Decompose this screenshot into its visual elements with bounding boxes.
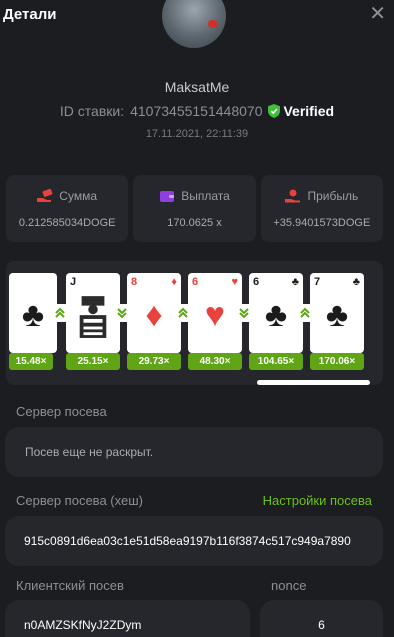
playing-card: 6 ♣ ♣ [249,273,303,353]
stats-row: Сумма 0.212585034DOGE Выплата 170.0625 x… [6,175,383,242]
server-seed-hash-value: 915c0891d6ea03c1e51d58ea9197b116f3874c51… [24,534,351,548]
multiplier-badge: 170.06× [310,353,364,370]
multiplier-badge: 29.73× [127,353,181,370]
bet-id-label: ID ставки: [59,103,125,119]
stat-amount: Сумма 0.212585034DOGE [6,175,129,242]
money-hand-icon [37,188,53,202]
playing-card: 6 ♥ ♥ [188,273,242,353]
horizontal-scrollbar[interactable] [257,380,370,385]
server-seed-label: Сервер посева [16,404,107,419]
multiplier-badge: 48.30× [188,353,242,370]
jack-face-icon [79,296,107,338]
username: MaksatMe [164,79,230,95]
card-rank: J [70,276,77,288]
bet-id-value: 4107345515144807​0 [130,103,263,119]
playing-card: J [66,273,120,353]
server-seed-hash-field[interactable]: 915c0891d6ea03c1e51d58ea9197b116f3874c51… [5,516,383,566]
stat-profit: Прибыль +35.9401573DOGE [260,175,383,242]
card-rank: 6 [192,276,199,288]
server-seed-hash-label: Сервер посева (хеш) [16,493,143,508]
stat-amount-label: Сумма [59,188,98,203]
chevron-up-icon [52,304,68,322]
multiplier-badge: 104.65× [249,353,303,370]
shield-check-icon [268,104,281,118]
club-icon: ♣ [352,276,360,288]
playing-card: 8 ♦ ♦ [127,273,181,353]
club-icon: ♣ [21,296,45,334]
playing-card: ♣ [9,273,57,353]
stat-profit-value: +35.9401573DOGE [273,216,371,229]
chevron-up-icon [175,304,191,322]
verified-label: Verified [283,103,335,119]
card-rank: 8 [131,276,138,288]
stat-profit-label: Прибыль [307,188,359,203]
heart-icon: ♥ [204,296,226,334]
client-seed-value: n0AMZSKfNyJ2ZDym [24,618,142,632]
cards-history: ♣ J 8 ♦ ♦ 6 ♥ ♥ 6 ♣ ♣ 7 ♣ ♣ 15.48× 25.15… [6,261,383,385]
nonce-label: nonce [271,578,307,593]
nonce-value: 6 [318,618,325,632]
avatar [162,0,226,48]
bet-id-row: ID ставки: 4107345515144807​0 Verified [0,103,394,119]
playing-card: 7 ♣ ♣ [310,273,364,353]
club-icon: ♣ [325,296,349,334]
chevron-down-icon [236,304,252,322]
verified-badge: Verified [268,103,334,119]
club-icon: ♣ [291,276,299,288]
chevron-up-icon [297,304,313,322]
diamond-icon: ♦ [171,276,177,288]
stat-payout-value: 170.0625 x [167,216,222,229]
club-icon: ♣ [264,296,288,334]
page-title: Детали [3,5,57,23]
stat-payout-label: Выплата [181,188,230,203]
wallet-icon [160,190,175,202]
stat-payout: Выплата 170.0625 x [133,175,256,242]
nonce-field[interactable]: 6 [260,600,383,637]
card-rank: 6 [253,276,260,288]
diamond-icon: ♦ [145,296,163,334]
server-seed-value: Посев еще не раскрыт. [25,445,154,459]
heart-icon: ♥ [231,276,238,288]
client-seed-label: Клиентский посев [16,578,124,593]
profit-icon [285,189,301,202]
card-rank: 7 [314,276,321,288]
server-seed-field: Посев еще не раскрыт. [5,427,383,477]
multiplier-badge: 15.48× [9,353,53,370]
stat-amount-value: 0.212585034DOGE [18,216,116,229]
client-seed-field[interactable]: n0AMZSKfNyJ2ZDym [5,600,250,637]
chevron-down-icon [114,304,130,322]
close-icon[interactable]: ✕ [369,4,386,24]
seed-settings-link[interactable]: Настройки посева [263,493,372,508]
multiplier-badge: 25.15× [66,353,120,370]
bet-datetime: 17.11.2021, 22:11:39 [145,128,249,140]
